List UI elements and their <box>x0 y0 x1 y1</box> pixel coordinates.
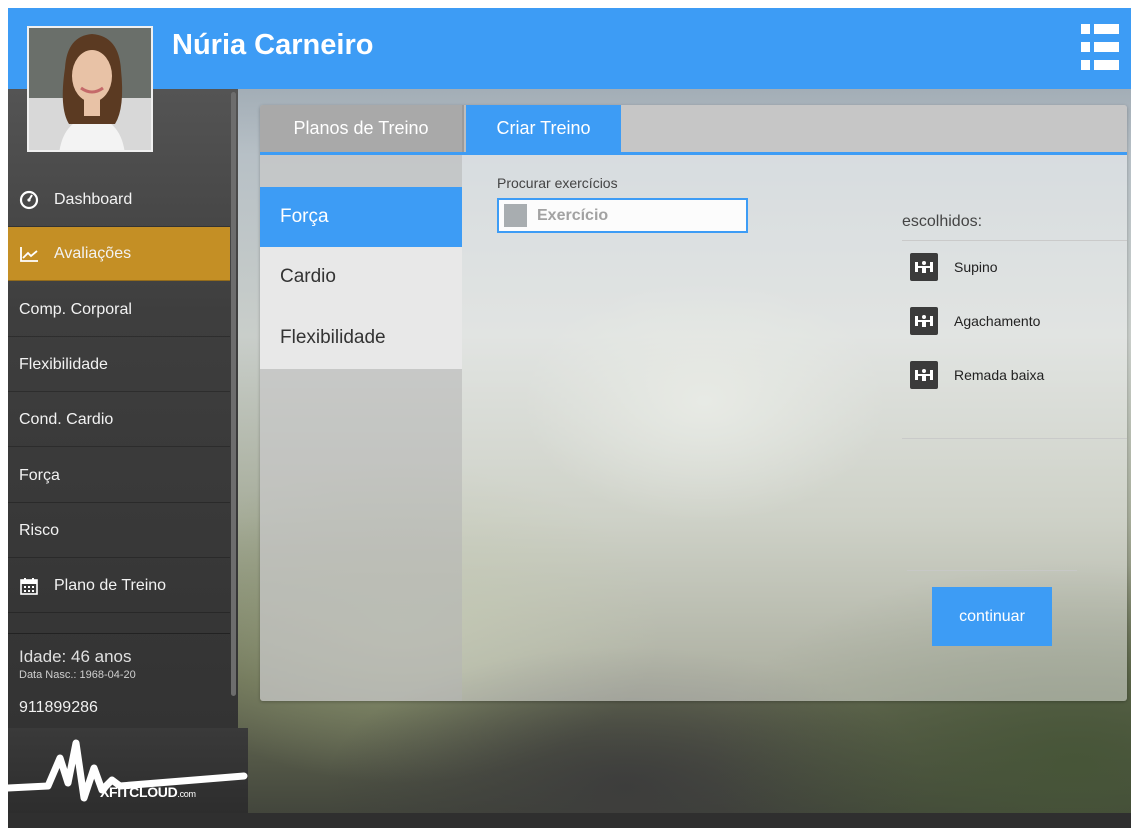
footer-divider <box>907 570 1077 571</box>
chosen-item-label: Agachamento <box>954 313 1041 329</box>
chosen-divider <box>902 438 1127 439</box>
user-name: Núria Carneiro <box>172 29 374 61</box>
category-flexibilidade[interactable]: Flexibilidade <box>260 307 462 369</box>
sidebar: Dashboard Avaliações Comp. Corporal Flex… <box>8 89 238 728</box>
top-bar: Núria Carneiro <box>8 8 1131 89</box>
panel-body: Força Cardio Flexibilidade Procurar exer… <box>260 155 1127 701</box>
dumbbell-icon <box>910 253 938 281</box>
sidebar-item-plano-de-treino[interactable]: Plano de Treino <box>8 559 230 613</box>
sidebar-divider <box>8 633 230 634</box>
sidebar-scrollbar[interactable] <box>231 92 236 696</box>
sidebar-item-comp-corporal[interactable]: Comp. Corporal <box>8 283 230 337</box>
dumbbell-icon <box>910 307 938 335</box>
category-forca[interactable]: Força <box>260 187 462 247</box>
chosen-item-remada-baixa[interactable]: Remada baixa <box>910 361 1044 389</box>
chosen-label: escolhidos: <box>902 213 983 230</box>
logo-text: XFITCLOUD <box>100 784 178 800</box>
speedometer-icon <box>19 190 39 210</box>
chosen-item-label: Supino <box>954 259 998 275</box>
search-field[interactable] <box>497 198 748 233</box>
tab-criar-treino[interactable]: Criar Treino <box>466 105 621 152</box>
logo: XFITCLOUD.com <box>8 728 248 813</box>
tab-bar-filler <box>621 105 1127 152</box>
line-chart-icon <box>19 244 39 264</box>
sidebar-item-label: Plano de Treino <box>54 576 167 594</box>
search-label: Procurar exercícios <box>497 175 618 191</box>
sidebar-item-label: Cond. Cardio <box>19 410 114 428</box>
list-menu-icon[interactable] <box>1081 24 1119 70</box>
chosen-item-label: Remada baixa <box>954 367 1045 383</box>
dumbbell-icon <box>910 361 938 389</box>
image-placeholder-icon <box>504 204 527 227</box>
sidebar-item-risco[interactable]: Risco <box>8 504 230 558</box>
chosen-divider <box>902 240 1127 241</box>
sidebar-item-label: Flexibilidade <box>19 355 108 373</box>
continue-button[interactable]: continuar <box>932 587 1052 646</box>
sidebar-item-label: Avaliações <box>54 244 132 262</box>
sidebar-item-label: Risco <box>19 521 60 539</box>
avatar <box>27 26 153 152</box>
app-window: Núria Carneiro Dashboard Avaliações Comp… <box>8 8 1131 828</box>
sidebar-item-dashboard[interactable]: Dashboard <box>8 173 230 227</box>
main-panel: Planos de Treino Criar Treino Força Card… <box>260 105 1127 701</box>
bottom-strip <box>8 813 1131 828</box>
heartbeat-logo-icon <box>8 739 248 802</box>
sidebar-item-label: Força <box>19 466 60 484</box>
sidebar-item-label: Comp. Corporal <box>19 300 132 318</box>
chosen-item-agachamento[interactable]: Agachamento <box>910 307 1040 335</box>
logo-suffix: .com <box>177 789 196 799</box>
phone-text: 911899286 <box>19 699 98 716</box>
sidebar-item-forca[interactable]: Força <box>8 449 230 503</box>
age-text: Idade: 46 anos <box>19 647 132 666</box>
calendar-icon <box>19 576 39 596</box>
category-list: Força Cardio Flexibilidade <box>260 155 462 701</box>
tab-bar: Planos de Treino Criar Treino <box>260 105 1127 155</box>
birth-date-text: Data Nasc.: 1968-04-20 <box>19 669 136 681</box>
sidebar-item-avaliacoes[interactable]: Avaliações <box>8 227 230 281</box>
tab-planos-de-treino[interactable]: Planos de Treino <box>260 105 464 152</box>
category-cardio[interactable]: Cardio <box>260 247 462 307</box>
chosen-item-supino[interactable]: Supino <box>910 253 998 281</box>
sidebar-item-label: Dashboard <box>54 190 133 208</box>
sidebar-item-flexibilidade[interactable]: Flexibilidade <box>8 338 230 392</box>
search-input[interactable] <box>537 206 737 225</box>
sidebar-item-cond-cardio[interactable]: Cond. Cardio <box>8 393 230 447</box>
